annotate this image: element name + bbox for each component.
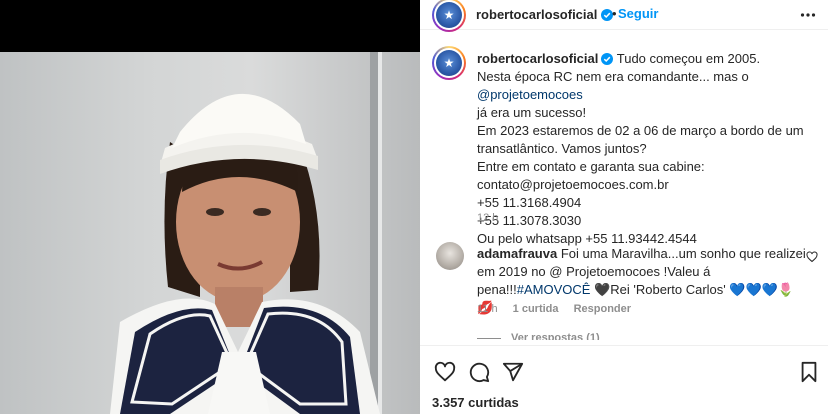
- caption-line2: Nesta época RC nem era comandante... mas…: [477, 69, 749, 84]
- caption-avatar[interactable]: ★: [432, 46, 466, 80]
- caption-username[interactable]: robertocarlosoficial: [477, 51, 598, 66]
- likes-count[interactable]: 3.357 curtidas: [432, 395, 519, 410]
- commenter-avatar[interactable]: [436, 242, 464, 270]
- caption-text: robertocarlosoficial Tudo começou em 200…: [477, 50, 817, 248]
- sailor-portrait-image: [110, 52, 382, 414]
- caption-line1: Tudo começou em 2005.: [613, 51, 761, 66]
- comment-meta: 11 h 1 curtida Responder: [477, 303, 643, 315]
- share-icon[interactable]: [502, 361, 524, 383]
- view-replies-label: Ver respostas (1): [511, 332, 600, 340]
- comments-section: ★ robertocarlosoficial Tudo começou em 2…: [420, 40, 828, 340]
- view-replies-button[interactable]: Ver respostas (1): [477, 332, 600, 340]
- post-photo: [0, 52, 420, 414]
- author-avatar[interactable]: ★: [432, 0, 466, 32]
- caption-time[interactable]: 12 h: [477, 212, 498, 224]
- post-header: ★ robertocarlosoficial • Seguir: [420, 0, 828, 32]
- verified-badge-icon: [601, 53, 614, 65]
- comment-hashtag[interactable]: #AMOVOCÊ: [517, 282, 591, 297]
- caption-line3: já era um sucesso!: [477, 105, 587, 120]
- post-media[interactable]: [0, 0, 420, 414]
- commenter-username[interactable]: adamafrauva: [477, 246, 557, 261]
- heart-icon[interactable]: [434, 361, 456, 383]
- comment-like-icon[interactable]: [806, 251, 818, 263]
- reply-button[interactable]: Responder: [574, 303, 631, 315]
- more-options-icon[interactable]: [800, 7, 816, 23]
- post-panel: ★ robertocarlosoficial • Seguir ★ robert…: [420, 0, 828, 414]
- comment-icon[interactable]: [468, 361, 490, 383]
- comment-likes[interactable]: 1 curtida: [513, 303, 559, 315]
- follow-button[interactable]: Seguir: [618, 6, 658, 21]
- caption-mention[interactable]: @projetoemocoes: [477, 87, 583, 102]
- comment-time[interactable]: 11 h: [477, 303, 498, 315]
- action-bar: [420, 345, 828, 395]
- replies-line: [477, 337, 501, 339]
- caption-body: Em 2023 estaremos de 02 a 06 de março a …: [477, 123, 804, 246]
- author-username[interactable]: robertocarlosoficial: [476, 7, 597, 22]
- bookmark-icon[interactable]: [798, 361, 820, 383]
- separator-dot: •: [612, 6, 617, 21]
